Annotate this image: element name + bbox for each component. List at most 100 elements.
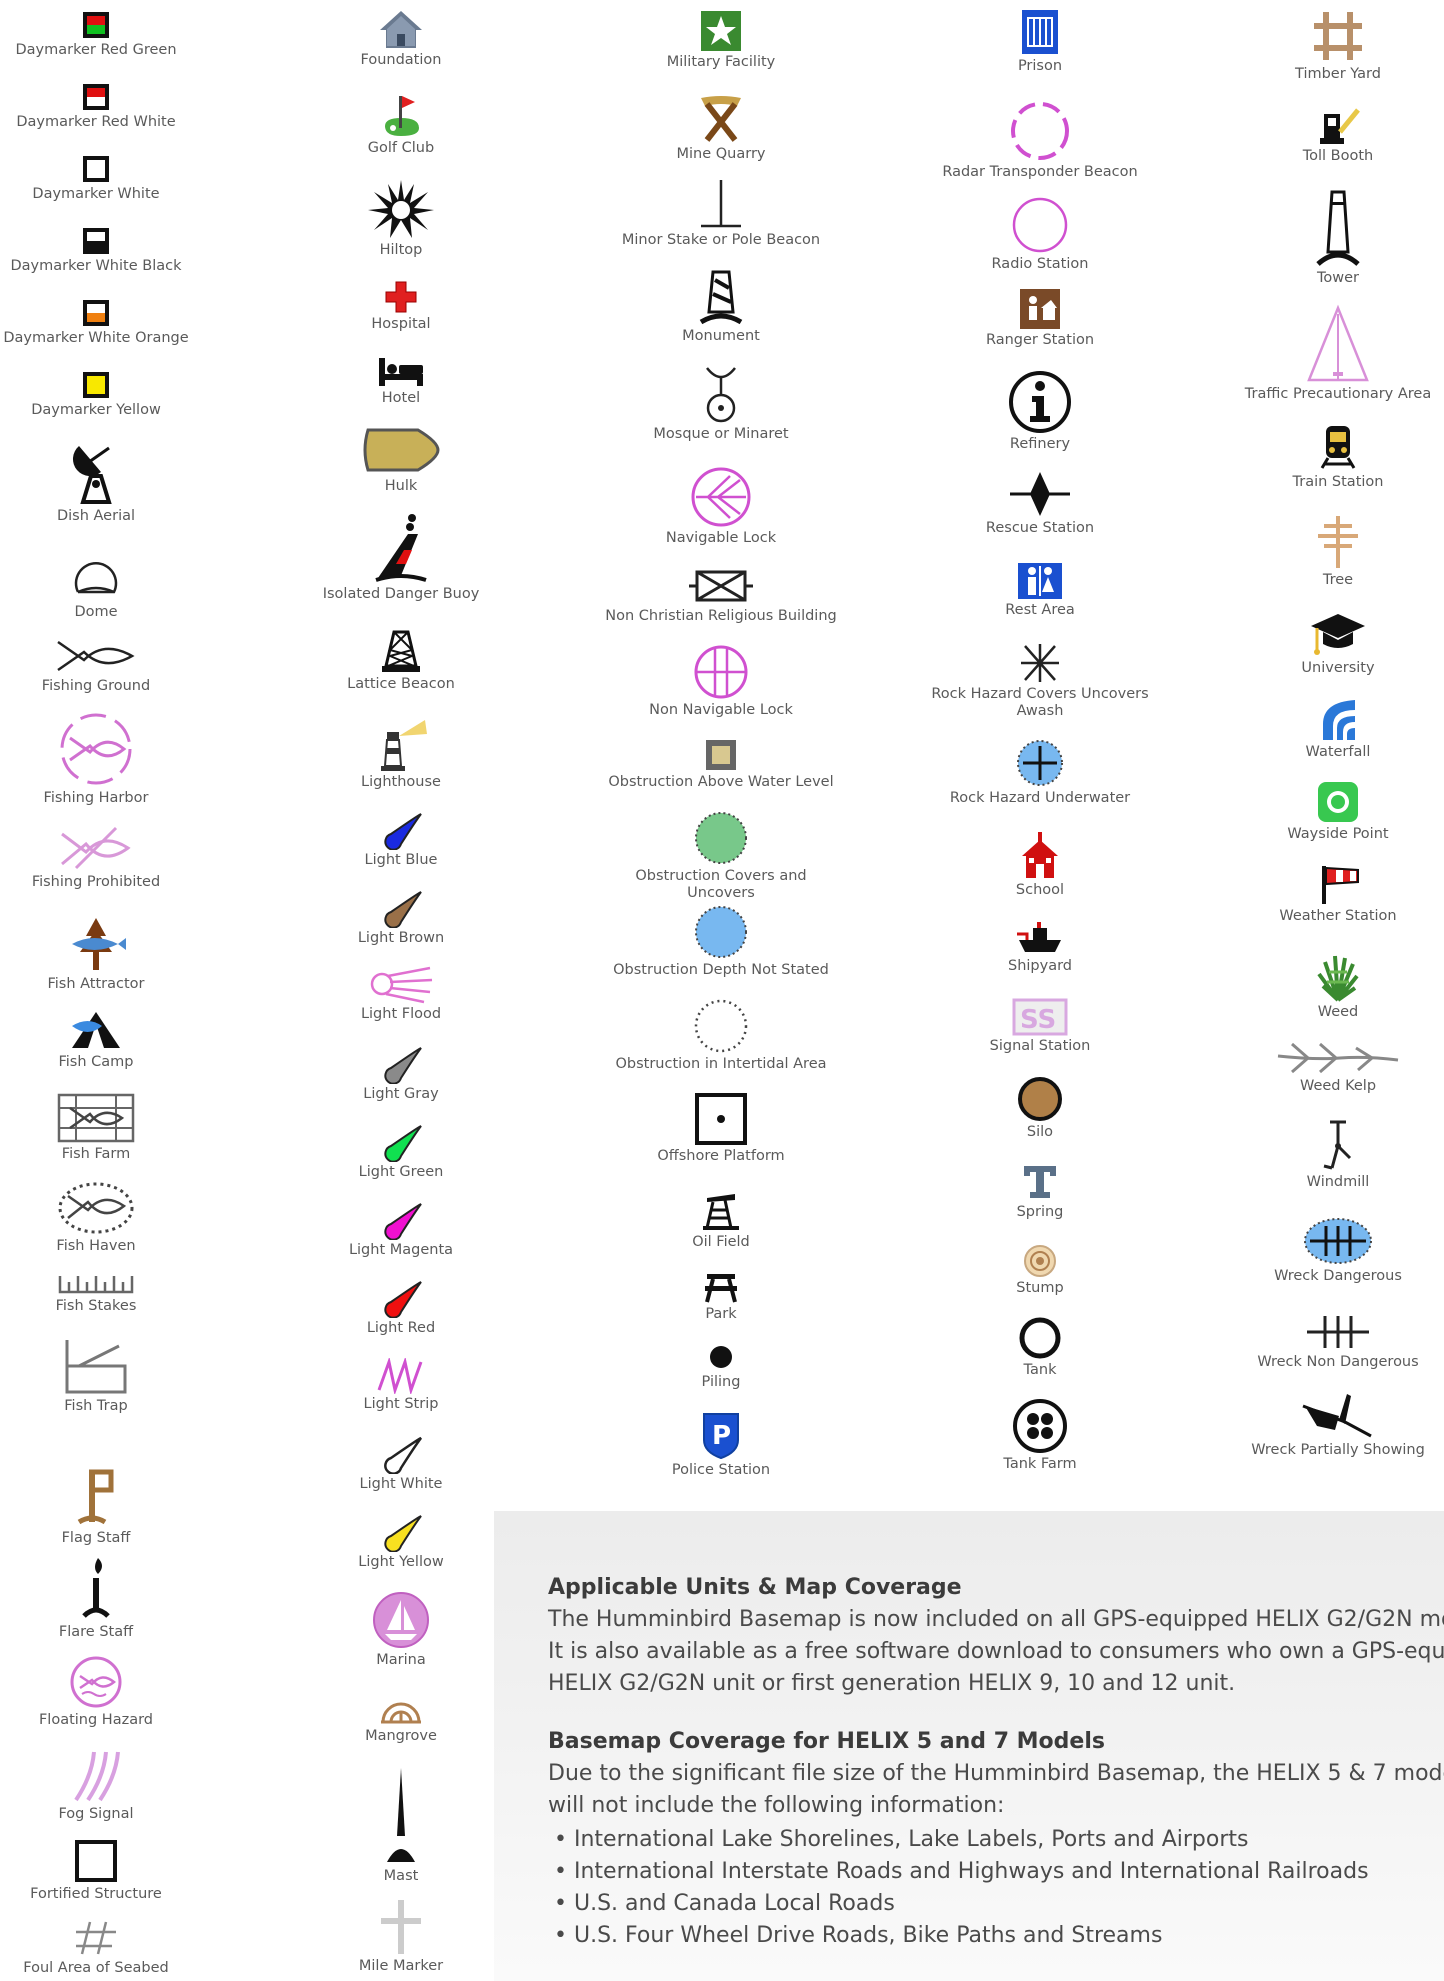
windmill-icon xyxy=(1323,1120,1352,1170)
weather-station-icon xyxy=(1322,866,1359,904)
symbol-item: Light Flood xyxy=(310,964,492,1023)
symbol-item: Mast xyxy=(310,1766,492,1885)
fish-stakes-icon xyxy=(58,1276,134,1294)
symbol-label: Flag Staff xyxy=(61,1530,131,1546)
lighthouse-icon xyxy=(381,720,427,771)
symbol-item: Spring xyxy=(920,1162,1160,1221)
symbol-item: Foul Area of Seabed xyxy=(0,1918,192,1977)
symbol-item: P Police Station xyxy=(600,1410,842,1479)
symbol-item: Daymarker Red White xyxy=(0,82,192,131)
symbol-label: Wreck Dangerous xyxy=(1274,1268,1402,1284)
police-station-icon: P xyxy=(703,1413,739,1460)
non-navigable-lock-icon xyxy=(694,645,748,699)
symbol-label: Light Green xyxy=(358,1164,444,1180)
daymarker-white-black-icon xyxy=(83,228,109,254)
symbol-label: School xyxy=(1015,882,1065,898)
symbol-label: Daymarker White Orange xyxy=(3,330,189,346)
golf-club-icon xyxy=(385,96,419,136)
symbol-item: Light Magenta xyxy=(310,1200,492,1259)
symbol-item: Floating Hazard xyxy=(0,1654,192,1729)
dome-icon xyxy=(74,562,118,594)
symbol-item: Dish Aerial xyxy=(0,442,192,525)
symbol-label: Timber Yard xyxy=(1295,66,1381,82)
symbol-item: Obstruction Above Water Level xyxy=(600,738,842,791)
stump-icon xyxy=(1024,1245,1056,1277)
symbol-label: Police Station xyxy=(671,1462,771,1478)
mine-quarry-icon xyxy=(701,96,741,142)
flare-staff-icon xyxy=(82,1558,110,1618)
coverage-heading: Applicable Units & Map Coverage xyxy=(548,1575,962,1600)
symbol-label: Fortified Structure xyxy=(30,1886,162,1902)
ranger-station-icon xyxy=(1020,289,1060,329)
military-facility-icon xyxy=(701,11,741,51)
symbol-label: Navigable Lock xyxy=(665,530,777,546)
symbol-item: Monument xyxy=(600,268,842,345)
symbol-item: Hospital xyxy=(310,280,492,333)
symbol-label: Mine Quarry xyxy=(676,146,766,162)
fish-camp-icon xyxy=(72,1012,120,1048)
radar-transponder-icon xyxy=(1011,102,1069,160)
symbol-label: Rest Area xyxy=(1005,602,1075,618)
weed-icon xyxy=(1317,955,1359,1002)
symbol-label: Obstruction Depth Not Stated xyxy=(613,962,829,978)
symbol-label: Daymarker Yellow xyxy=(31,402,161,418)
symbol-item: Light Yellow xyxy=(310,1512,492,1571)
symbol-item: Traffic Precautionary Area xyxy=(1240,304,1436,403)
fog-signal-icon xyxy=(74,1751,120,1802)
symbol-label: Piling xyxy=(701,1374,741,1390)
symbol-item: Timber Yard xyxy=(1240,8,1436,83)
symbol-item: Tank Farm xyxy=(920,1398,1160,1473)
symbol-item: Daymarker Red Green xyxy=(0,10,192,59)
symbol-label: Offshore Platform xyxy=(657,1148,785,1164)
symbol-item: Daymarker White xyxy=(0,154,192,203)
symbol-item: Fog Signal xyxy=(0,1748,192,1823)
symbol-item: Non Navigable Lock xyxy=(600,644,842,719)
symbol-item: Hotel xyxy=(310,356,492,407)
symbol-label: Weather Station xyxy=(1279,908,1397,924)
symbol-label: Non Christian Religious Building xyxy=(605,608,837,624)
symbol-item: Fishing Ground xyxy=(0,636,192,695)
symbol-item: Obstruction in Intertidal Area xyxy=(600,998,842,1073)
symbol-item: Fortified Structure xyxy=(0,1838,192,1903)
symbol-label: Tank xyxy=(1023,1362,1057,1378)
coverage-paragraph-line: HELIX G2/G2N unit or first generation HE… xyxy=(548,1671,1236,1696)
symbol-label: Light Brown xyxy=(357,930,445,946)
marina-icon xyxy=(373,1592,429,1648)
hospital-icon xyxy=(385,281,417,313)
symbol-item: Mangrove xyxy=(310,1686,492,1745)
symbol-label: Fishing Prohibited xyxy=(31,874,161,890)
symbol-label: Floating Hazard xyxy=(38,1712,154,1728)
light-blue-icon xyxy=(384,813,422,850)
toll-booth-icon xyxy=(1320,108,1360,144)
symbol-label: Hotel xyxy=(381,390,421,406)
symbol-label: Silo xyxy=(1026,1124,1054,1140)
symbol-label: Mosque or Minaret xyxy=(653,426,789,442)
symbol-label: Wreck Partially Showing xyxy=(1251,1442,1425,1458)
symbol-label: Fish Attractor xyxy=(47,976,145,992)
fishing-prohibited-icon xyxy=(61,826,131,870)
rescue-station-icon xyxy=(1010,472,1070,516)
symbol-item: Rest Area xyxy=(920,562,1160,619)
symbol-item: Rock Hazard Covers Uncovers Awash xyxy=(920,642,1160,720)
symbol-item: Radar Transponder Beacon xyxy=(920,100,1160,181)
flag-staff-icon xyxy=(77,1469,114,1525)
minor-stake-icon xyxy=(701,180,741,228)
tower-icon xyxy=(1316,190,1360,266)
symbol-label: Hulk xyxy=(384,478,418,494)
symbol-label: University xyxy=(1301,660,1375,676)
symbol-label: Fish Farm xyxy=(61,1146,131,1162)
symbol-label: Refinery xyxy=(1009,436,1071,452)
rock-hazard-underwater-icon xyxy=(1017,740,1063,786)
symbol-item: Fishing Prohibited xyxy=(0,824,192,891)
helix-paragraph-line: Due to the significant file size of the … xyxy=(548,1761,1444,1786)
symbol-label: Mile Marker xyxy=(358,1958,444,1974)
mile-marker-icon xyxy=(381,1900,421,1954)
light-strip-icon xyxy=(377,1358,423,1394)
silo-icon xyxy=(1018,1077,1062,1121)
daymarker-red-white-icon xyxy=(83,84,109,110)
symbol-label: Obstruction Above Water Level xyxy=(608,774,834,790)
fish-attractor-icon xyxy=(72,918,126,970)
piling-icon xyxy=(710,1346,732,1368)
fish-farm-icon xyxy=(57,1093,135,1143)
